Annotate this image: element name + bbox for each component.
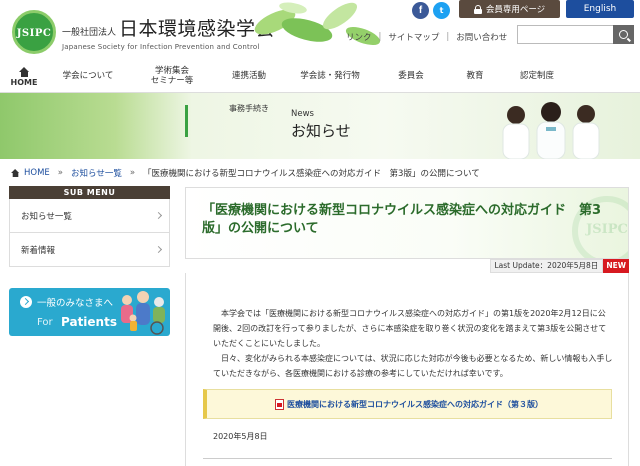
update-row: Last Update：2020年5月8日 NEW [185,259,629,273]
article-title: 「医療機関における新型コロナウイルス感染症への対応ガイド 第3版」の公開について [202,203,602,236]
org-prefix: 一般社団法人 [62,27,117,38]
banner-tag[interactable]: 事務手続き [229,103,269,114]
separator: | [446,32,450,42]
page-banner: 事務手続き News お知らせ [0,93,640,159]
link-sitemap[interactable]: サイトマップ [388,31,439,43]
breadcrumb-current: 「医療機関における新型コロナウイルス感染症への対応ガイド 第3版」の公開について [143,169,480,179]
patients-banner-en: Patients [61,315,117,329]
article-paragraph: 本学会では「医療機関における新型コロナウイルス感染症への対応ガイド」の第1版を2… [213,309,607,348]
nav-journal[interactable]: 学会誌・発行物 [282,62,378,92]
family-illustration-icon [121,291,165,335]
for-patients-banner[interactable]: 一般のみなさまへ For Patients [9,288,170,336]
link-links[interactable]: リンク [346,31,372,43]
medical-staff-illustration-icon [502,102,600,159]
facebook-icon[interactable]: f [412,2,429,19]
breadcrumb-separator: » [57,168,63,178]
sub-menu-item-latest[interactable]: 新着情報 [9,233,170,267]
nav-education[interactable]: 教育 [444,62,506,92]
search-form [517,25,634,44]
global-nav: HOME 学会について 学術集会 セミナー等 連携活動 学会誌・発行物 委員会 … [0,62,640,92]
breadcrumb-news-list[interactable]: お知らせ一覧 [71,167,122,179]
separator: | [378,32,382,42]
last-update: Last Update：2020年5月8日 [489,259,604,273]
arrow-circle-icon [20,296,32,308]
home-icon [18,66,30,77]
search-button[interactable] [613,25,634,44]
breadcrumb-separator: » [129,168,136,178]
nav-collaboration[interactable]: 連携活動 [216,62,282,92]
new-badge: NEW [603,259,629,273]
english-button[interactable]: English [566,0,634,18]
utility-links: リンク | サイトマップ | お問い合わせ [346,31,507,43]
search-icon [619,30,628,39]
article-date: 2020年5月8日 [213,432,268,441]
search-input[interactable] [517,25,613,44]
member-page-label: 会員専用ページ [485,5,546,15]
nav-home-label: HOME [10,77,38,87]
nav-home[interactable]: HOME [0,62,48,92]
pdf-download-box: 医療機関における新型コロナウイルス感染症への対応ガイド（第３版） [203,389,612,419]
patients-banner-title: 一般のみなさまへ [37,298,114,309]
site-header: JSIPC 一般社団法人 日本環境感染学会 Japanese Society f… [0,0,640,58]
sub-menu-item-label: お知らせ一覧 [21,211,72,222]
chevron-right-icon [154,245,163,254]
nav-committees[interactable]: 委員会 [378,62,444,92]
article-body: 本学会では「医療機関における新型コロナウイルス感染症への対応ガイド」の第1版を2… [185,273,629,466]
pdf-icon [275,398,284,410]
breadcrumb: HOME » お知らせ一覧 » 「医療機関における新型コロナウイルス感染症への対… [10,167,480,179]
nav-meetings[interactable]: 学術集会 セミナー等 [128,62,216,92]
article-paragraph: 日々、変化がみられる本感染症については、状況に応じた対応が今後も必要となるため、… [213,354,613,378]
logo-emblem-icon: JSIPC [12,10,56,54]
patients-banner-en-prefix: For [37,317,53,328]
article-header: JSIPC 「医療機関における新型コロナウイルス感染症への対応ガイド 第3版」の… [185,187,629,259]
page-title: お知らせ [291,122,351,140]
leaves-decoration-icon [254,2,381,46]
chevron-right-icon [154,211,163,220]
sub-menu: SUB MENU お知らせ一覧 新着情報 [9,186,170,267]
lock-icon [473,4,482,14]
banner-accent-bar [185,105,188,137]
nav-certification[interactable]: 認定制度 [506,62,568,92]
sub-menu-item-news-list[interactable]: お知らせ一覧 [9,199,170,233]
logo-emblem-text: JSIPC [16,28,52,39]
twitter-icon[interactable]: t [433,2,450,19]
social-links: f t [412,2,450,19]
link-contact[interactable]: お問い合わせ [456,31,507,43]
pdf-download-link[interactable]: 医療機関における新型コロナウイルス感染症への対応ガイド（第３版） [287,399,543,410]
home-icon [11,169,20,177]
nav-about[interactable]: 学会について [48,62,128,92]
banner-title-en: News [291,109,314,119]
sub-menu-title: SUB MENU [9,186,170,199]
member-page-button[interactable]: 会員専用ページ [459,0,560,18]
sub-menu-item-label: 新着情報 [21,245,56,256]
breadcrumb-home[interactable]: HOME [24,168,50,178]
article-divider [203,458,612,459]
